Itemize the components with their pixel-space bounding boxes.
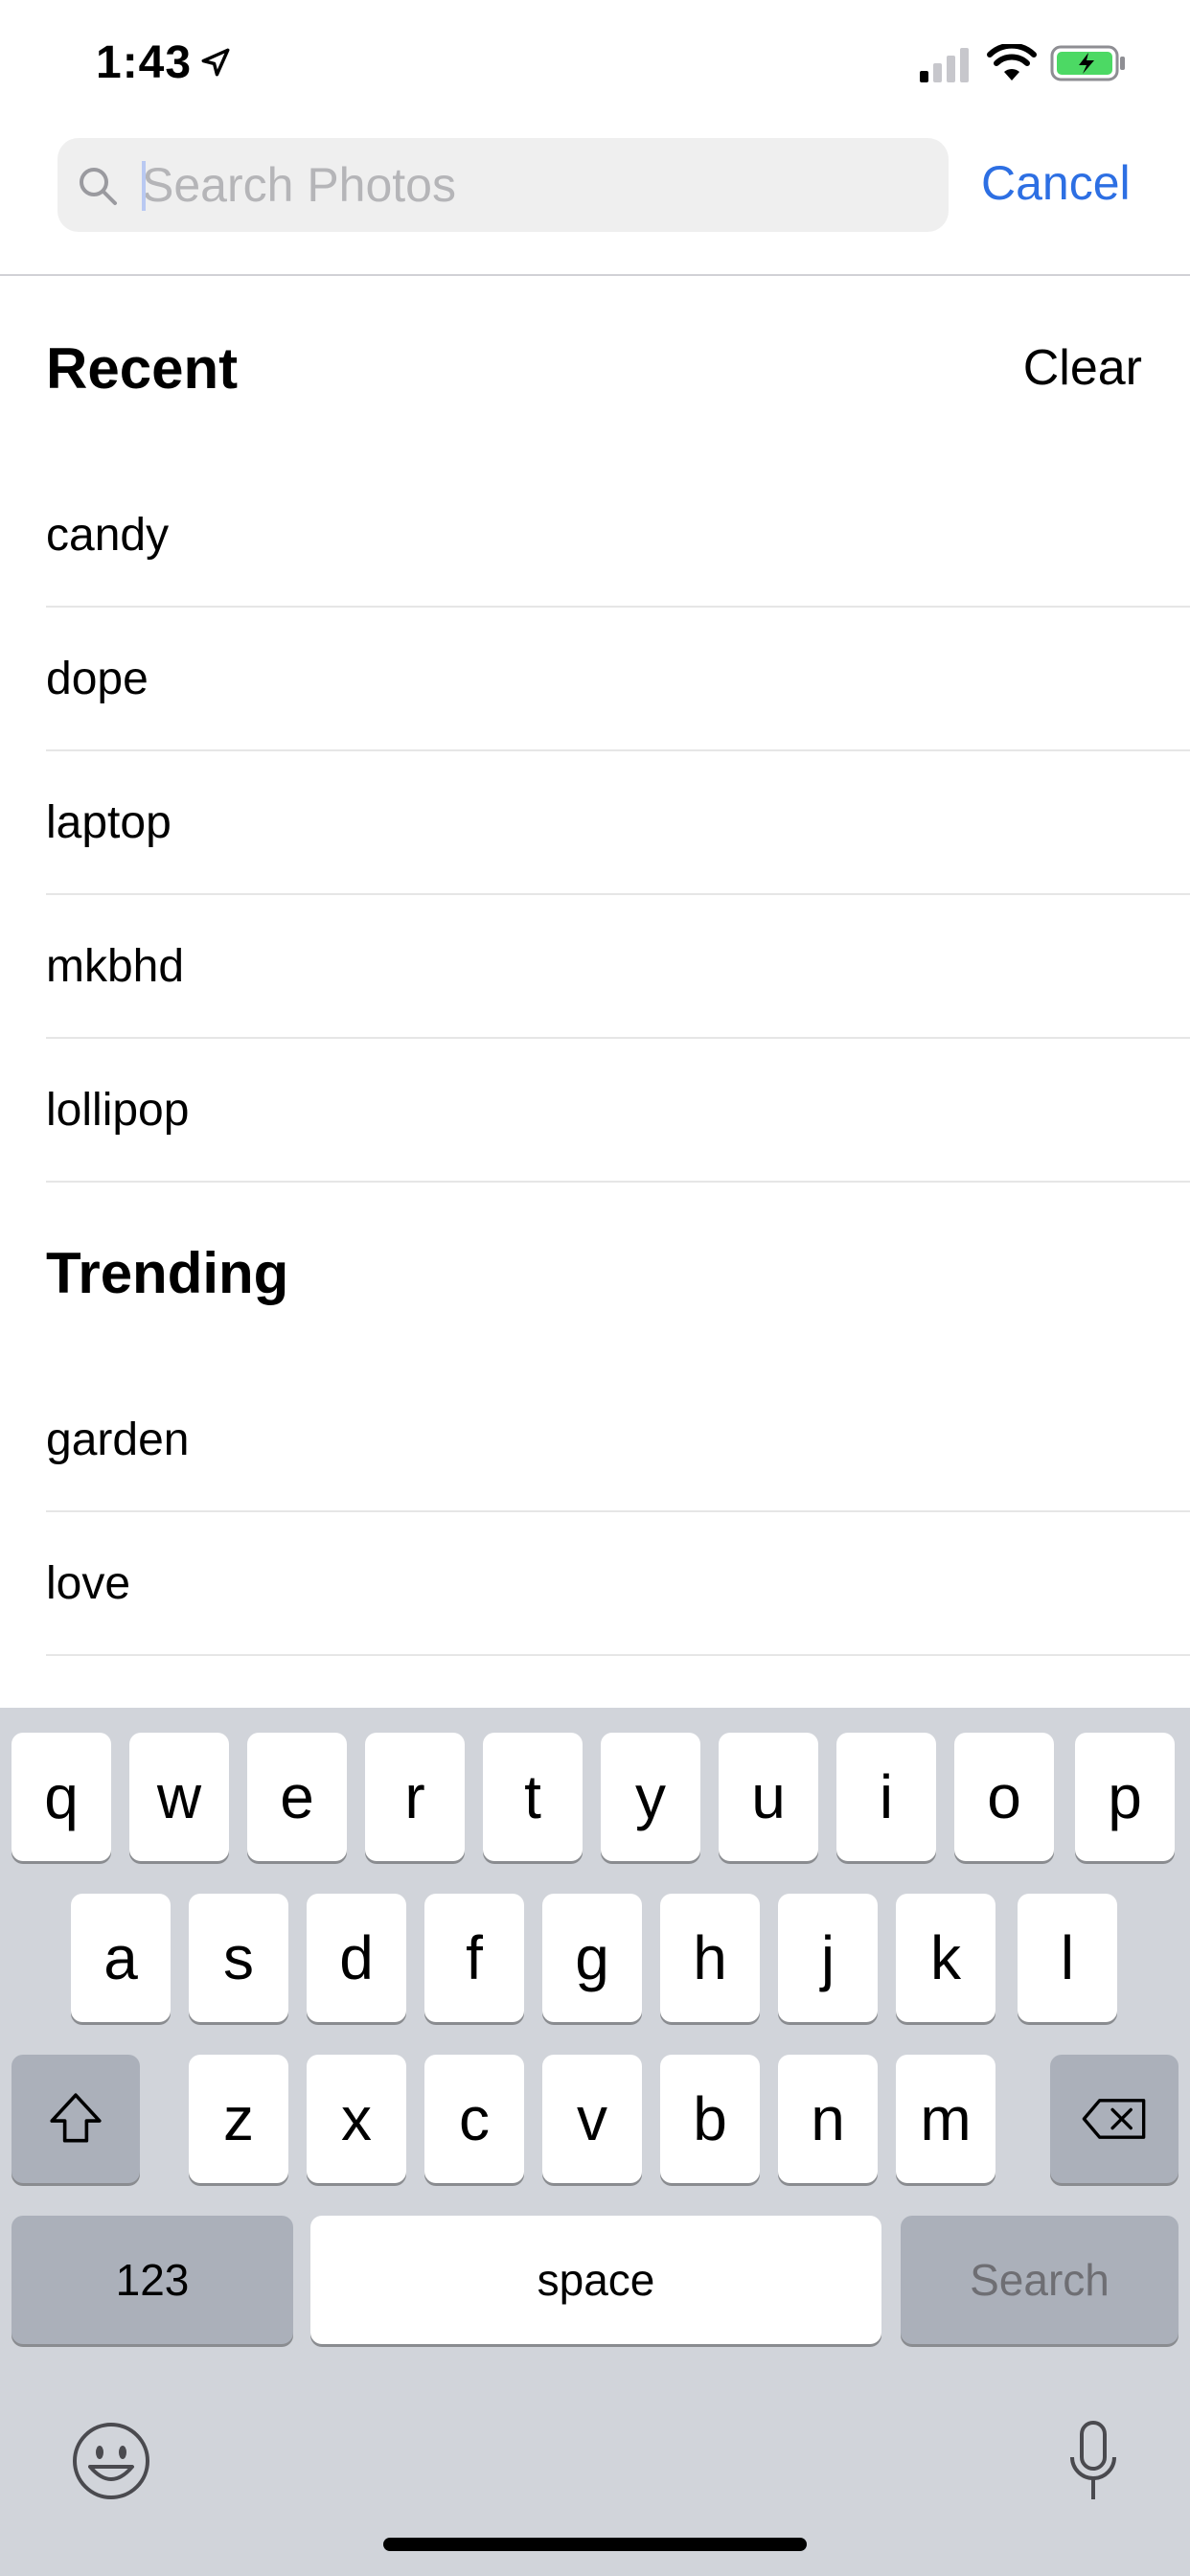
- search-field[interactable]: [57, 138, 949, 232]
- status-time: 1:43: [96, 37, 193, 88]
- key-p[interactable]: p: [1075, 1733, 1175, 1861]
- key-v[interactable]: v: [542, 2055, 642, 2183]
- key-t[interactable]: t: [483, 1733, 583, 1861]
- key-r[interactable]: r: [365, 1733, 465, 1861]
- trending-list: garden love: [46, 1368, 1190, 1656]
- wifi-icon: [987, 44, 1037, 80]
- delete-backspace-icon: [1082, 2099, 1146, 2139]
- shift-icon: [50, 2093, 102, 2143]
- key-o[interactable]: o: [954, 1733, 1054, 1861]
- emoji-icon[interactable]: [71, 2421, 151, 2501]
- key-a[interactable]: a: [71, 1894, 171, 2022]
- key-k[interactable]: k: [896, 1894, 995, 2022]
- space-key[interactable]: space: [310, 2216, 881, 2344]
- key-g[interactable]: g: [542, 1894, 642, 2022]
- search-input[interactable]: [142, 138, 927, 232]
- key-i[interactable]: i: [836, 1733, 936, 1861]
- search-suggestions: Recent Clear candy dope laptop mkbhd lol…: [0, 278, 1190, 1708]
- location-arrow-icon: [201, 48, 230, 77]
- recent-section-title: Recent: [46, 336, 239, 401]
- numbers-key[interactable]: 123: [11, 2216, 293, 2344]
- recent-item[interactable]: lollipop: [46, 1039, 1190, 1183]
- key-m[interactable]: m: [896, 2055, 995, 2183]
- key-j[interactable]: j: [778, 1894, 878, 2022]
- key-f[interactable]: f: [424, 1894, 524, 2022]
- recent-item[interactable]: candy: [46, 464, 1190, 608]
- cellular-signal-icon: [920, 48, 969, 82]
- key-z[interactable]: z: [189, 2055, 288, 2183]
- key-q[interactable]: q: [11, 1733, 111, 1861]
- delete-key[interactable]: [1050, 2055, 1179, 2183]
- trending-item[interactable]: garden: [46, 1368, 1190, 1512]
- recent-item[interactable]: laptop: [46, 751, 1190, 895]
- key-n[interactable]: n: [778, 2055, 878, 2183]
- keyboard: q w e r t y u i o p a s d f g h j k l z …: [0, 1708, 1190, 2576]
- key-y[interactable]: y: [601, 1733, 700, 1861]
- text-caret: [142, 161, 146, 211]
- key-x[interactable]: x: [307, 2055, 406, 2183]
- clear-button[interactable]: Clear: [1023, 339, 1142, 397]
- key-e[interactable]: e: [247, 1733, 347, 1861]
- search-key[interactable]: Search: [901, 2216, 1179, 2344]
- key-c[interactable]: c: [424, 2055, 524, 2183]
- battery-charging-icon: [1050, 45, 1125, 81]
- home-indicator: [383, 2538, 807, 2551]
- status-bar: 1:43: [0, 0, 1190, 134]
- recent-item[interactable]: dope: [46, 608, 1190, 751]
- key-l[interactable]: l: [1018, 1894, 1117, 2022]
- recent-list: candy dope laptop mkbhd lollipop: [46, 464, 1190, 1183]
- key-d[interactable]: d: [307, 1894, 406, 2022]
- search-header: Cancel: [0, 134, 1190, 276]
- key-u[interactable]: u: [719, 1733, 818, 1861]
- key-w[interactable]: w: [129, 1733, 229, 1861]
- trending-item[interactable]: love: [46, 1512, 1190, 1656]
- key-s[interactable]: s: [189, 1894, 288, 2022]
- shift-key[interactable]: [11, 2055, 140, 2183]
- trending-section-title: Trending: [46, 1241, 289, 1305]
- microphone-icon[interactable]: [1067, 2419, 1119, 2505]
- key-h[interactable]: h: [660, 1894, 760, 2022]
- search-icon: [80, 168, 117, 205]
- cancel-button[interactable]: Cancel: [981, 155, 1131, 211]
- recent-item[interactable]: mkbhd: [46, 895, 1190, 1039]
- key-b[interactable]: b: [660, 2055, 760, 2183]
